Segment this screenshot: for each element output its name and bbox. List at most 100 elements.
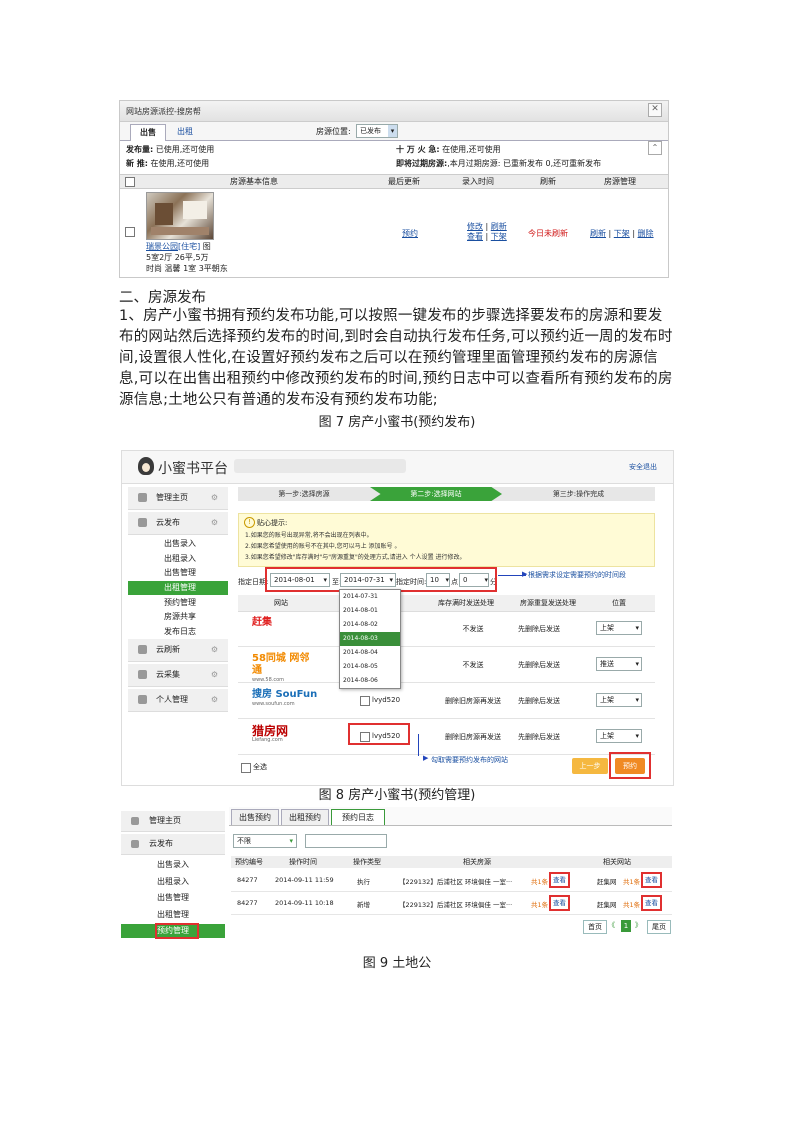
sidebar-item[interactable]: 出租录入	[128, 552, 228, 566]
listing-title-link[interactable]: 瑞景公园	[146, 242, 178, 251]
select-all-checkbox[interactable]	[125, 177, 135, 187]
position-select[interactable]: 上架 ▾	[596, 621, 642, 635]
filter-select[interactable]: 不限 ▾	[233, 834, 297, 848]
collapse-icon[interactable]: ⌃	[648, 141, 662, 155]
select-all-checkbox[interactable]	[241, 763, 251, 773]
sidebar-item[interactable]: 房源共享	[128, 610, 228, 624]
sidebar-item[interactable]: 出售录入	[121, 857, 225, 872]
view-button[interactable]: 查看	[549, 895, 570, 911]
site-view-button[interactable]: 查看	[641, 895, 662, 911]
last-update-link[interactable]: 预约	[402, 228, 418, 239]
sidebar-item[interactable]: 云刷新 ⚙	[128, 639, 228, 662]
pager-prev[interactable]: 《	[608, 920, 615, 930]
site-row: 猎房网 Liefang.com lvyd520 删除旧房源再发送 先删除后发送 上架 ▾	[238, 719, 655, 755]
sidebar-item-label: 管理主页	[149, 816, 181, 825]
view-button[interactable]: 查看	[549, 872, 570, 888]
log-row: 84277 2014-09-11 11:59 执行 【229132】后浦社区 环境俱佳…	[231, 869, 672, 892]
manage-unlist-link[interactable]: 下架	[614, 229, 630, 238]
info-icon: !	[244, 517, 255, 528]
date-option[interactable]: 2014-08-04	[340, 646, 400, 660]
log-id: 84277	[237, 899, 258, 907]
sidebar-item[interactable]: 出租管理	[128, 580, 228, 595]
position-select[interactable]: 已发布 ▾	[356, 124, 398, 138]
sidebar-item-label: 云发布	[156, 518, 180, 527]
menu-icon	[138, 645, 147, 654]
figure-caption-8: 图 8 房产小蜜书(预约管理)	[318, 788, 476, 803]
position-select[interactable]: 上架 ▾	[596, 729, 642, 743]
log-site: 赶集网	[597, 901, 617, 909]
unlist-link[interactable]: 下架	[491, 232, 507, 241]
menu-icon	[138, 518, 147, 527]
row-checkbox[interactable]	[125, 227, 135, 237]
sidebar-item[interactable]: 发布日志	[128, 625, 228, 639]
position-label: 房源位置:	[316, 127, 351, 136]
sidebar-item-label: 预约管理	[164, 597, 196, 607]
logout-link[interactable]: 安全退出	[629, 462, 657, 472]
sidebar-item[interactable]: 出售管理	[121, 890, 225, 905]
prev-step-button[interactable]: 上一步	[572, 758, 608, 774]
screenshot-xiaomishu-schedule: 小蜜书平台 安全退出 管理主页 ⚙ 云发布 ⚙ 出售录入 出租录入 出售管理 出租管理 预约管理…	[121, 450, 674, 786]
quota-urgent: 十 万 火 急: 在使用,还可使用	[396, 145, 501, 154]
tab-rent-schedule[interactable]: 出租预约	[281, 809, 329, 825]
log-count: 共1条	[531, 901, 549, 909]
site-count: 共1条	[623, 901, 641, 909]
sidebar-item-label: 云刷新	[156, 645, 180, 654]
log-count: 共1条	[531, 878, 549, 886]
quota-new: 新 推: 在使用,还可使用	[126, 159, 210, 168]
tab-rent[interactable]: 出租	[168, 124, 202, 140]
sidebar-item[interactable]: 出售管理	[128, 566, 228, 580]
filter-input[interactable]	[305, 834, 387, 848]
pager-current[interactable]: 1	[621, 920, 631, 932]
position-value: 上架	[600, 624, 614, 632]
pager-first[interactable]: 首页	[583, 920, 607, 934]
sidebar-item[interactable]: 个人管理 ⚙	[128, 689, 228, 712]
position-select[interactable]: 上架 ▾	[596, 693, 642, 707]
manage-refresh-link[interactable]: 刷新	[590, 229, 606, 238]
date-option[interactable]: 2014-08-02	[340, 618, 400, 632]
sidebar-item[interactable]: 预约管理	[121, 923, 225, 939]
tab-sale[interactable]: 出售	[130, 124, 166, 141]
sidebar-item[interactable]: 出售录入	[128, 537, 228, 551]
position-select[interactable]: 推送 ▾	[596, 657, 642, 671]
pager-next[interactable]: 》	[635, 920, 642, 930]
duplicate-handling: 先删除后发送	[518, 661, 560, 669]
listing-photo[interactable]	[146, 192, 214, 240]
sidebar-item[interactable]: 管理主页 ⚙	[128, 487, 228, 510]
tip-box: ! 贴心提示: 1.如果您的账号出现异常,将不会出现在列表中。 2.如果您希望使…	[238, 513, 655, 567]
settings-icon: ⚙	[210, 518, 218, 527]
date-option[interactable]: 2014-08-05	[340, 660, 400, 674]
settings-icon: ⚙	[210, 493, 218, 502]
date-option[interactable]: 2014-07-31	[340, 590, 400, 604]
edit-link[interactable]: 修改	[467, 222, 483, 231]
date-option[interactable]: 2014-08-01	[340, 604, 400, 618]
log-type: 新增	[357, 901, 370, 909]
log-tab-bar: 出售预约 出租预约 预约日志	[229, 807, 672, 826]
view-link[interactable]: 查看	[467, 232, 483, 241]
sidebar-item[interactable]: 管理主页	[121, 811, 225, 832]
site-name: 58同城 网邻通	[252, 653, 310, 676]
tab-schedule-log[interactable]: 预约日志	[331, 809, 385, 825]
site-row: 搜房 SouFun www.soufun.com lvyd520 删除旧房源再发送 先删…	[238, 683, 655, 719]
site-view-button[interactable]: 查看	[641, 872, 662, 888]
date-option[interactable]: 2014-08-06	[340, 674, 400, 688]
sidebar-item[interactable]: 云采集 ⚙	[128, 664, 228, 687]
close-icon[interactable]: ✕	[648, 103, 662, 117]
date-option[interactable]: 2014-08-03	[340, 632, 400, 646]
menu-icon	[138, 670, 147, 679]
sidebar-item[interactable]: 预约管理	[128, 596, 228, 610]
table-header: 房源基本信息 最后更新 录入时间 刷新 房源管理	[120, 174, 668, 189]
manage-delete-link[interactable]: 删除	[638, 229, 654, 238]
sidebar-item[interactable]: 出租管理	[121, 907, 225, 922]
date-dropdown[interactable]: 2014-07-31 2014-08-01 2014-08-02 2014-08-03…	[339, 589, 401, 689]
site-row: 赶集 不发送 先删除后发送 上架 ▾	[238, 611, 655, 647]
pager-last[interactable]: 尾页	[647, 920, 671, 934]
tip-list: 1.如果您的账号出现异常,将不会出现在列表中。 2.如果您希望使用的账号不在其中…	[245, 530, 466, 563]
tab-sale-schedule[interactable]: 出售预约	[231, 809, 279, 825]
sidebar-item[interactable]: 云发布	[121, 834, 225, 855]
site-account: lvyd520	[372, 696, 401, 704]
sidebar-item-label: 出租录入	[164, 553, 196, 563]
refresh-link[interactable]: 刷新	[491, 222, 507, 231]
sidebar-item[interactable]: 出租录入	[121, 874, 225, 889]
site-checkbox[interactable]	[360, 696, 370, 706]
sidebar-item[interactable]: 云发布 ⚙	[128, 512, 228, 535]
